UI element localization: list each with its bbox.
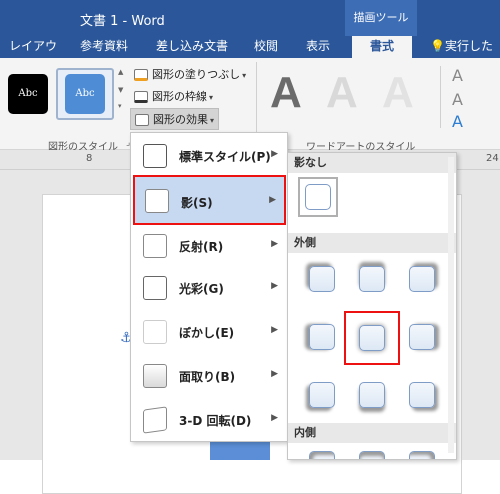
shadow-icon [145,189,169,213]
shadow-tile [359,266,385,292]
outer-shadow-top-right[interactable] [402,259,442,299]
outer-shadow-bottom[interactable] [352,375,392,415]
menu-item-preset[interactable]: 標準スタイル(P) ▶ [133,137,286,175]
shadow-tile [309,266,335,292]
tab-references[interactable]: 参考資料 [76,36,132,58]
shape-fill-button[interactable]: 図形の塗りつぶし ▾ [134,66,246,82]
menu-item-label: ぼかし(E) [179,326,235,340]
chevron-right-icon: ▶ [271,281,278,291]
shape-effects-button[interactable]: 図形の効果 ▾ [130,108,220,130]
ruler-mark: 24 [486,153,499,164]
outer-shadow-top[interactable] [352,259,392,299]
chevron-right-icon: ▶ [271,369,278,379]
selected-shape[interactable] [210,442,270,460]
chevron-right-icon: ▶ [271,149,278,159]
menu-item-shadow[interactable]: 影(S) ▶ [133,175,286,225]
shadow-tile [409,451,435,459]
ribbon-tabs: レイアウト 参考資料 差し込み文書 校閲 表示 書式 💡実行したい [0,36,500,73]
shadow-tile [309,324,335,350]
menu-item-label: 影(S) [181,196,213,210]
shadow-tile [359,325,385,351]
chevron-right-icon: ▶ [269,195,276,205]
drawing-tools-context-title: 描画ツール [345,0,417,36]
shape-effects-icon [135,114,149,126]
chevron-down-icon: ▾ [242,71,247,80]
preset-icon [143,144,167,168]
title-bar: 文書 1 - Word 描画ツール [0,0,500,36]
shadow-tile [359,451,385,459]
outer-shadow-bottom-left[interactable] [302,375,342,415]
shadow-submenu: 影なし 外側 内側 [287,152,457,460]
wordart-style-3[interactable]: A [382,68,414,118]
menu-item-label: 光彩(G) [179,282,224,296]
text-effects-icon[interactable]: A [452,112,463,131]
shadow-tile [409,266,435,292]
section-inner: 内側 [288,423,456,443]
shadow-tile [409,324,435,350]
submenu-scrollbar[interactable] [448,157,454,453]
shape-effects-menu: 標準スタイル(P) ▶ 影(S) ▶ 反射(R) ▶ 光彩(G) ▶ ぼかし(E… [130,132,288,442]
tab-review[interactable]: 校閲 [248,36,284,58]
tab-format[interactable]: 書式 [352,36,412,58]
group-divider [440,66,441,128]
text-outline-icon[interactable]: A [452,90,463,109]
menu-item-bevel[interactable]: 面取り(B) ▶ [133,357,286,395]
shadow-tile [359,382,385,408]
outer-shadow-right[interactable] [402,317,442,357]
tab-layout[interactable]: レイアウト [4,36,62,73]
menu-item-label: 反射(R) [179,240,224,254]
lightbulb-icon: 💡 [430,39,445,53]
shadow-tile [309,451,335,459]
section-no-shadow: 影なし [288,153,456,173]
paint-bucket-icon [134,69,148,81]
tab-view[interactable]: 表示 [300,36,336,58]
ruler-mark: 8 [86,153,93,164]
outer-shadow-left[interactable] [302,317,342,357]
tab-tell-me[interactable]: 💡実行したい [430,36,500,73]
bevel-icon [143,364,167,388]
3d-rotation-icon [143,406,167,434]
shadow-tile [409,382,435,408]
shape-style-blue[interactable]: Abc [65,74,105,114]
inner-shadow-top[interactable] [352,445,392,459]
wordart-style-2[interactable]: A [326,68,358,118]
menu-item-label: 3-D 回転(D) [179,414,252,428]
shape-style-black[interactable]: Abc [8,74,48,114]
menu-item-reflection[interactable]: 反射(R) ▶ [133,227,286,265]
no-shadow-tile [305,184,331,210]
shape-style-selected-frame[interactable]: Abc [56,68,114,120]
outer-shadow-center-selected[interactable] [344,311,400,365]
chevron-right-icon: ▶ [271,239,278,249]
chevron-right-icon: ▶ [271,325,278,335]
shape-effects-label: 図形の効果 [153,113,208,126]
soft-edges-icon [143,320,167,344]
shape-outline-label: 図形の枠線 [152,90,207,103]
pencil-icon [134,91,148,103]
menu-item-label: 面取り(B) [179,370,236,384]
outer-shadow-top-left[interactable] [302,259,342,299]
glow-icon [143,276,167,300]
reflection-icon [143,234,167,258]
outer-shadow-bottom-right[interactable] [402,375,442,415]
menu-item-soft-edges[interactable]: ぼかし(E) ▶ [133,313,286,351]
menu-item-3d-rotation[interactable]: 3-D 回転(D) ▶ [133,401,286,439]
menu-item-label: 標準スタイル(P) [179,150,271,164]
section-outer: 外側 [288,233,456,253]
inner-shadow-top-left[interactable] [302,445,342,459]
menu-item-glow[interactable]: 光彩(G) ▶ [133,269,286,307]
tab-mailings[interactable]: 差し込み文書 [152,36,232,58]
chevron-down-icon: ▾ [209,93,214,102]
text-fill-icon[interactable]: A [452,66,463,85]
inner-shadow-top-right[interactable] [402,445,442,459]
shape-outline-button[interactable]: 図形の枠線 ▾ [134,88,213,104]
shadow-tile [309,382,335,408]
shape-fill-label: 図形の塗りつぶし [152,68,241,81]
style-gallery-scroll[interactable]: ▲ ▼ ▾ [118,68,128,122]
chevron-down-icon: ▾ [210,116,215,125]
no-shadow-option[interactable] [298,177,338,217]
wordart-style-1[interactable]: A [270,68,302,118]
chevron-right-icon: ▶ [271,413,278,423]
window-title: 文書 1 - Word [80,14,165,29]
